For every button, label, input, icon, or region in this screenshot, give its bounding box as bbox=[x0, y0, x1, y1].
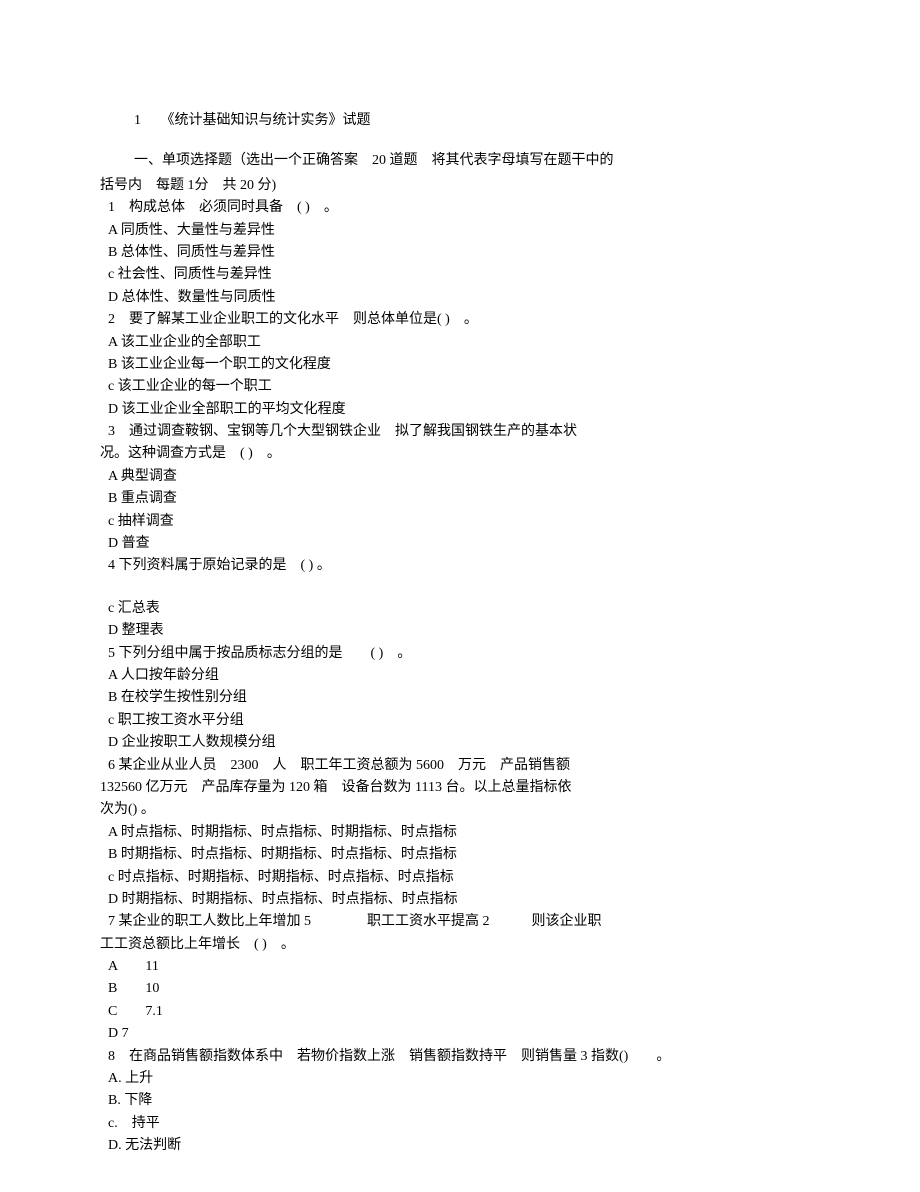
q8-option-c: c. 持平 bbox=[108, 1113, 830, 1135]
q6-option-a: A 时点指标、时期指标、时点指标、时期指标、时点指标 bbox=[108, 822, 830, 844]
q7-stem-line2: 工工资总额比上年增长 ( ) 。 bbox=[100, 934, 830, 956]
q5-stem: 5 下列分组中属于按品质标志分组的是 ( ) 。 bbox=[108, 643, 830, 665]
title-number: 1 bbox=[134, 110, 141, 132]
q7-option-d: D 7 bbox=[108, 1023, 830, 1045]
section-1-header-line2: 括号内 每题 1分 共 20 分) bbox=[100, 175, 830, 197]
q6-option-b: B 时期指标、时点指标、时期指标、时点指标、时点指标 bbox=[108, 844, 830, 866]
q5-option-c: c 职工按工资水平分组 bbox=[108, 710, 830, 732]
q3-stem-line1: 3 通过调查鞍钢、宝钢等几个大型钢铁企业 拟了解我国钢铁生产的基本状 bbox=[108, 421, 830, 443]
q2-option-a: A 该工业企业的全部职工 bbox=[108, 332, 830, 354]
section-1-header-line1: 一、单项选择题（选出一个正确答案 20 道题 将其代表字母填写在题干中的 bbox=[134, 150, 830, 172]
q6-option-d: D 时期指标、时期指标、时点指标、时点指标、时点指标 bbox=[108, 889, 830, 911]
q2-stem: 2 要了解某工业企业职工的文化水平 则总体单位是( ) 。 bbox=[108, 309, 830, 331]
q8-option-b: B. 下降 bbox=[108, 1090, 830, 1112]
q5-option-b: B 在校学生按性别分组 bbox=[108, 687, 830, 709]
q3-option-a: A 典型调查 bbox=[108, 466, 830, 488]
q4-option-c: c 汇总表 bbox=[108, 598, 830, 620]
q2-option-d: D 该工业企业全部职工的平均文化程度 bbox=[108, 399, 830, 421]
q8-stem: 8 在商品销售额指数体系中 若物价指数上涨 销售额指数持平 则销售量 3 指数(… bbox=[108, 1046, 830, 1068]
q3-option-c: c 抽样调查 bbox=[108, 511, 830, 533]
q6-stem-line1: 6 某企业从业人员 2300 人 职工年工资总额为 5600 万元 产品销售额 bbox=[108, 755, 830, 777]
q4-option-d: D 整理表 bbox=[108, 620, 830, 642]
q4-stem: 4 下列资料属于原始记录的是 ( ) 。 bbox=[108, 555, 830, 577]
q2-option-b: B 该工业企业每一个职工的文化程度 bbox=[108, 354, 830, 376]
q3-option-d: D 普查 bbox=[108, 533, 830, 555]
q5-option-d: D 企业按职工人数规模分组 bbox=[108, 732, 830, 754]
q7-option-a: A 11 bbox=[108, 956, 830, 978]
q6-stem-line3: 次为() 。 bbox=[100, 799, 830, 821]
q6-option-c: c 时点指标、时期指标、时期指标、时点指标、时点指标 bbox=[108, 867, 830, 889]
q2-option-c: c 该工业企业的每一个职工 bbox=[108, 376, 830, 398]
q1-option-b: B 总体性、同质性与差异性 bbox=[108, 242, 830, 264]
q1-option-d: D 总体性、数量性与同质性 bbox=[108, 287, 830, 309]
q7-option-b: B 10 bbox=[108, 978, 830, 1000]
q3-stem-line2: 况。这种调查方式是 ( ) 。 bbox=[100, 443, 830, 465]
q7-option-c: C 7.1 bbox=[108, 1001, 830, 1023]
q1-stem: 1 构成总体 必须同时具备 ( ) 。 bbox=[108, 197, 830, 219]
q7-stem-line1: 7 某企业的职工人数比上年增加 5 职工工资水平提高 2 则该企业职 bbox=[108, 911, 830, 933]
q3-option-b: B 重点调查 bbox=[108, 488, 830, 510]
q1-option-a: A 同质性、大量性与差异性 bbox=[108, 220, 830, 242]
q6-stem-line2: 132560 亿万元 产品库存量为 120 箱 设备台数为 1113 台。以上总… bbox=[100, 777, 830, 799]
q8-option-d: D. 无法判断 bbox=[108, 1135, 830, 1157]
document-title: 1 《统计基础知识与统计实务》试题 bbox=[100, 110, 830, 132]
title-text: 《统计基础知识与统计实务》试题 bbox=[161, 113, 371, 128]
q5-option-a: A 人口按年龄分组 bbox=[108, 665, 830, 687]
q8-option-a: A. 上升 bbox=[108, 1068, 830, 1090]
q1-option-c: c 社会性、同质性与差异性 bbox=[108, 264, 830, 286]
